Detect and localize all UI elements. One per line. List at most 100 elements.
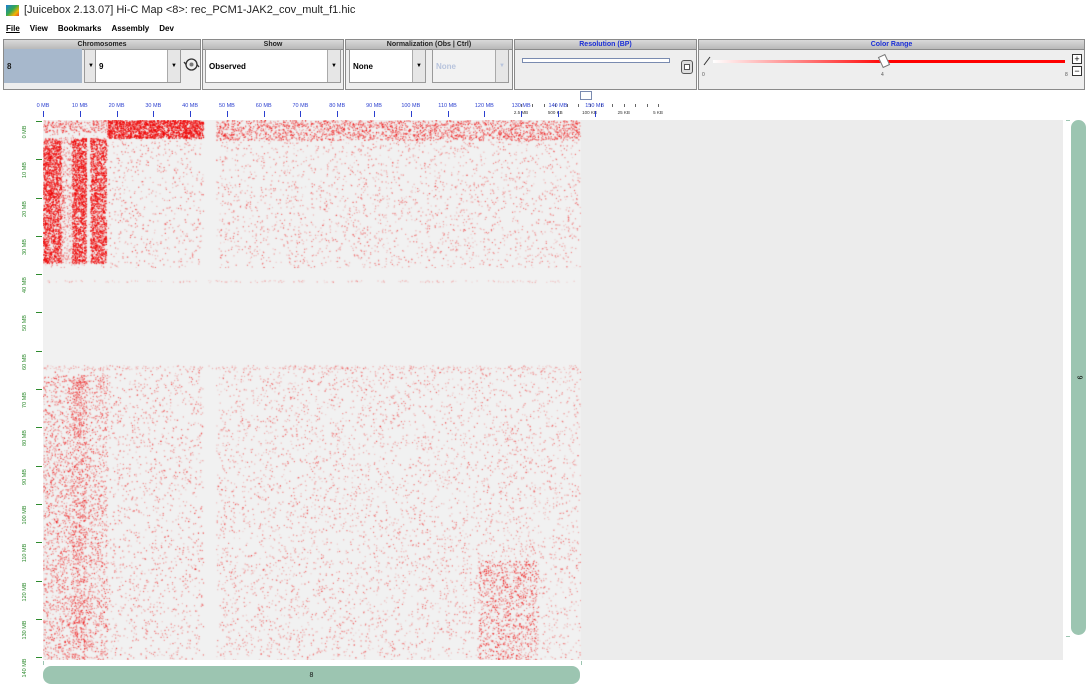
y-axis-tick <box>36 159 42 161</box>
show-dropdown[interactable]: Observed ▼ <box>205 49 341 83</box>
color-range-mid: 4 <box>881 72 884 78</box>
resolution-slider-track[interactable] <box>522 58 670 63</box>
y-axis-tick-label: 50 MB <box>22 315 28 332</box>
x-axis-tick-label: 40 MB <box>182 103 199 109</box>
y-axis-tick-label: 130 MB <box>22 620 28 640</box>
x-axis-tick <box>43 111 44 117</box>
lock-icon <box>684 64 690 70</box>
y-axis-tick-label: 110 MB <box>22 543 28 563</box>
toolbar: Chromosomes 8 ▼ 9 ▼ Show Observed ▼ Norm… <box>0 36 1086 115</box>
normalization-obs-value: None <box>353 61 373 71</box>
color-range-minus-button[interactable]: − <box>1072 66 1082 76</box>
x-axis-tick <box>79 111 81 117</box>
x-axis-tick-label: 90 MB <box>366 103 382 109</box>
x-axis-tick <box>374 111 376 117</box>
juicebox-app-icon <box>6 4 19 16</box>
y-axis-tick <box>36 657 42 659</box>
resolution-panel: Resolution (BP) <box>514 39 697 90</box>
x-axis-tick <box>300 111 302 117</box>
color-range-max: 8 <box>1065 72 1068 78</box>
y-axis-tick <box>36 312 42 314</box>
x-chromosome-bar[interactable]: 8 <box>43 666 580 684</box>
y-axis-tick-label: 90 MB <box>22 468 28 485</box>
y-axis-tick-label: 80 MB <box>22 430 28 447</box>
y-axis-tick-label: 40 MB <box>22 277 28 294</box>
x-axis-tick-label: 80 MB <box>329 103 346 109</box>
chromosome-2-value: 9 <box>99 61 104 71</box>
x-axis-ruler: 0 MB 10 MB 20 MB 30 MB 40 MB 50 MB 60 MB 70 MB 8… <box>0 100 1086 120</box>
y-axis-tick <box>36 618 42 620</box>
y-axis-ruler: 0 MB 10 MB 20 MB 30 MB 40 MB 50 MB 60 MB 70 MB 8… <box>20 120 43 678</box>
y-axis-tick <box>36 197 42 199</box>
resolution-slider-thumb[interactable] <box>579 91 592 100</box>
y-axis-tick <box>36 235 42 237</box>
y-axis-tick-label: 20 MB <box>22 200 28 217</box>
y-axis-tick <box>36 580 42 582</box>
x-axis-tick-label: 30 MB <box>145 103 162 109</box>
chevron-down-icon: ▼ <box>412 50 425 82</box>
y-axis-tick <box>36 121 42 122</box>
normalization-ctrl-value: None <box>436 61 456 71</box>
y-axis-tick-label: 140 MB <box>22 658 28 678</box>
x-axis-tick-label: 150 MB <box>585 103 605 109</box>
x-axis-tick <box>484 111 486 117</box>
normalization-ctrl-dropdown[interactable]: None ▼ <box>432 49 509 83</box>
x-axis-tick-label: 60 MB <box>255 103 272 109</box>
normalization-obs-dropdown[interactable]: None ▼ <box>349 49 426 83</box>
chevron-down-icon: ▼ <box>167 50 180 82</box>
y-axis-tick-label: 70 MB <box>22 392 28 409</box>
menu-file[interactable]: File <box>6 24 20 33</box>
y-chromosome-bar[interactable]: 9 <box>1071 120 1086 635</box>
y-axis-tick <box>36 542 42 544</box>
x-axis-tick-label: 120 MB <box>474 103 494 109</box>
color-range-plus-button[interactable]: + <box>1072 54 1082 64</box>
show-value: Observed <box>209 61 246 71</box>
x-axis-tick <box>263 111 265 117</box>
x-chromosome-label: 8 <box>309 671 314 679</box>
x-axis-tick-label: 0 MB <box>36 103 50 109</box>
x-axis-tick <box>337 111 339 117</box>
refresh-button[interactable] <box>183 56 200 73</box>
chevron-down-icon: ▼ <box>327 50 340 82</box>
chromosome-2-dropdown[interactable]: 9 ▼ <box>95 49 181 83</box>
x-chromosome-bracket <box>43 661 582 665</box>
y-chromosome-label: 9 <box>1075 375 1082 380</box>
y-axis-tick-label: 0 MB <box>22 125 28 139</box>
menu-dev[interactable]: Dev <box>159 24 174 33</box>
y-axis-tick-label: 30 MB <box>22 238 28 255</box>
x-axis-tick-label: 100 MB <box>401 103 421 109</box>
y-axis-tick <box>36 274 42 276</box>
x-axis-tick-label: 10 MB <box>71 103 88 109</box>
hic-contact-map[interactable] <box>43 120 583 660</box>
x-axis-tick <box>410 111 412 117</box>
color-pen-icon <box>703 56 711 66</box>
menu-bar: File View Bookmarks Assembly Dev <box>0 20 1086 36</box>
y-axis-tick <box>36 389 42 391</box>
x-axis-tick-label: 50 MB <box>218 103 235 109</box>
chevron-down-icon: ▼ <box>495 50 508 82</box>
menu-view[interactable]: View <box>30 24 48 33</box>
menu-bookmarks[interactable]: Bookmarks <box>58 24 102 33</box>
x-axis-tick <box>557 111 559 117</box>
y-axis-tick <box>36 350 42 352</box>
y-axis-tick <box>36 427 42 429</box>
chromosome-1-field[interactable]: 8 <box>4 49 82 83</box>
color-range-header: Color Range <box>699 40 1084 50</box>
y-axis-tick-label: 60 MB <box>22 353 28 370</box>
x-axis-tick <box>153 111 155 117</box>
menu-assembly[interactable]: Assembly <box>111 24 149 33</box>
x-axis-tick <box>521 111 523 117</box>
x-axis-tick-label: 140 MB <box>548 103 568 109</box>
x-axis-tick <box>226 111 228 117</box>
x-axis-tick-label: 130 MB <box>511 103 531 109</box>
color-range-panel: Color Range <box>698 39 1085 90</box>
y-chromosome-bracket <box>1066 120 1070 637</box>
x-axis-tick <box>190 111 192 117</box>
resolution-header: Resolution (BP) <box>515 40 696 50</box>
x-axis-tick-label: 110 MB <box>438 103 457 109</box>
refresh-icon <box>183 58 200 71</box>
x-axis-tick <box>116 111 118 117</box>
resolution-lock-button[interactable] <box>681 60 693 74</box>
y-axis-tick-label: 10 MB <box>22 162 28 179</box>
title-bar: [Juicebox 2.13.07] Hi-C Map <8>: rec_PCM… <box>0 0 1086 20</box>
